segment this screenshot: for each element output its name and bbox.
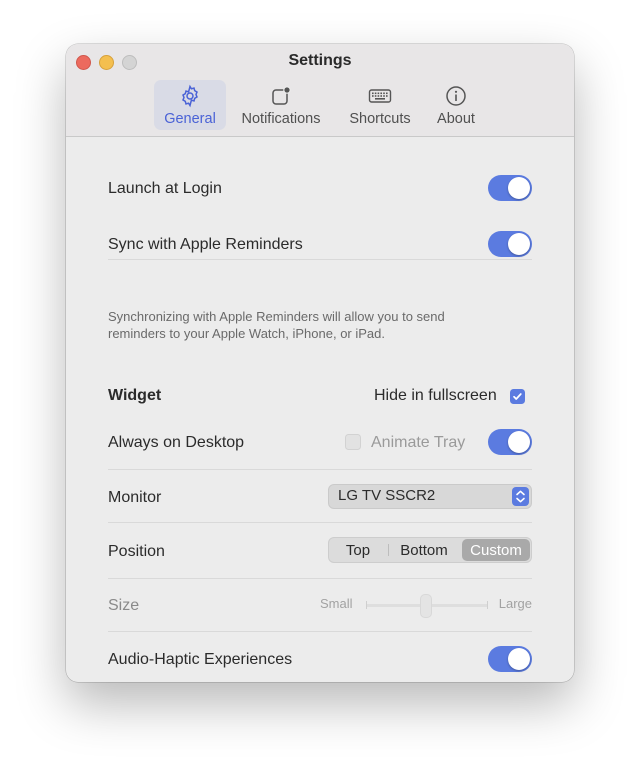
sync-reminders-row: Sync with Apple Reminders	[108, 231, 532, 261]
info-icon	[446, 86, 466, 106]
launch-at-login-row: Launch at Login	[108, 175, 532, 205]
position-custom-segment[interactable]: Custom	[462, 539, 530, 561]
keyboard-icon	[368, 89, 392, 103]
sync-reminders-toggle[interactable]	[488, 231, 532, 257]
notification-badge-icon	[272, 86, 291, 105]
checkmark-icon	[513, 393, 522, 400]
tab-about-label: About	[437, 111, 475, 127]
position-label: Position	[108, 543, 165, 560]
chevron-up-down-icon	[512, 487, 529, 506]
audio-haptic-label: Audio-Haptic Experiences	[108, 651, 293, 668]
widget-heading: Widget	[108, 387, 162, 404]
monitor-select[interactable]: LG TV SSCR2	[328, 484, 532, 509]
size-slider[interactable]: Small Large	[320, 593, 532, 618]
monitor-select-value: LG TV SSCR2	[338, 487, 436, 504]
hide-fullscreen-label: Hide in fullscreen	[374, 387, 497, 404]
launch-at-login-label: Launch at Login	[108, 180, 222, 197]
divider	[108, 522, 532, 523]
tab-shortcuts[interactable]: Shortcuts	[342, 80, 418, 130]
toolbar-tabs: General Notifications Shortcuts About	[66, 80, 574, 132]
position-top-segment[interactable]: Top	[329, 538, 387, 562]
slider-thumb[interactable]	[420, 594, 432, 618]
slider-max-label: Large	[498, 596, 532, 611]
launch-at-login-toggle[interactable]	[488, 175, 532, 201]
always-on-desktop-toggle[interactable]	[488, 429, 532, 455]
always-on-desktop-label: Always on Desktop	[108, 434, 245, 451]
divider	[108, 578, 532, 579]
sync-reminders-description: Synchronizing with Apple Reminders will …	[108, 309, 445, 341]
slider-min-label: Small	[320, 596, 353, 611]
slider-tick	[487, 601, 488, 609]
position-segmented-control: Top Bottom Custom	[328, 537, 532, 563]
animate-tray-checkbox[interactable]	[345, 434, 361, 450]
slider-tick	[366, 601, 367, 609]
tab-general-label: General	[164, 111, 216, 127]
hide-fullscreen-checkbox[interactable]	[510, 389, 525, 404]
titlebar: Settings General Notifications Shortcuts…	[66, 44, 574, 137]
gear-icon	[182, 84, 198, 108]
settings-window: Settings General Notifications Shortcuts…	[66, 44, 574, 682]
divider	[108, 469, 532, 470]
audio-haptic-toggle[interactable]	[488, 646, 532, 672]
monitor-label: Monitor	[108, 489, 162, 506]
tab-shortcuts-label: Shortcuts	[349, 111, 411, 127]
window-title: Settings	[288, 52, 352, 69]
sync-reminders-label: Sync with Apple Reminders	[108, 236, 303, 253]
tab-about[interactable]: About	[430, 80, 482, 130]
tab-notifications[interactable]: Notifications	[234, 80, 328, 130]
position-bottom-segment[interactable]: Bottom	[387, 538, 461, 562]
tab-notifications-label: Notifications	[241, 111, 321, 127]
size-label: Size	[108, 597, 140, 614]
tab-general[interactable]: General	[154, 80, 226, 130]
animate-tray-label: Animate Tray	[371, 434, 466, 451]
divider	[108, 631, 532, 632]
